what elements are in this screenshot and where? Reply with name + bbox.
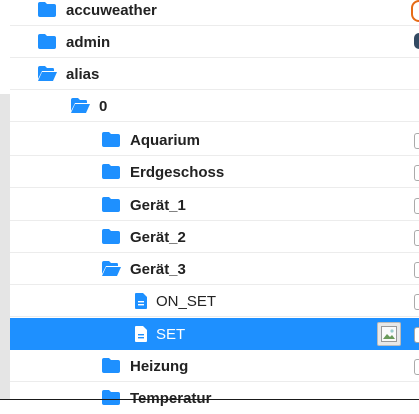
row-action-icon[interactable] (414, 327, 419, 343)
tree-item-set[interactable]: SET (135, 318, 185, 350)
tree-item-label: alias (66, 65, 100, 83)
tree-item-geraet-2[interactable]: Gerät_2 (102, 221, 186, 253)
tree-item-temperatur[interactable]: Temperatur (102, 382, 211, 414)
tree-row-geraet-2[interactable]: Gerät_2 (10, 221, 419, 253)
tree-row-geraet-1[interactable]: Gerät_1 (10, 189, 419, 221)
row-action-icon[interactable] (414, 294, 419, 310)
tree-item-label: 0 (99, 97, 108, 115)
tree-row-alias[interactable]: alias (10, 58, 419, 90)
tree-item-label: accuweather (66, 1, 157, 19)
folder-icon (102, 197, 120, 213)
tree-row-accuweather[interactable]: accuweather (10, 0, 419, 26)
tree-item-erdgeschoss[interactable]: Erdgeschoss (102, 156, 224, 188)
image-icon[interactable] (377, 322, 401, 346)
tree-item-label: Heizung (130, 357, 189, 375)
tree-item-0[interactable]: 0 (71, 90, 107, 122)
row-action-icon[interactable] (414, 165, 419, 181)
gear-icon[interactable] (414, 33, 419, 49)
tree-item-alias[interactable]: alias (38, 58, 99, 90)
tree-item-on-set[interactable]: ON_SET (135, 285, 216, 317)
tree-row-set[interactable]: SET (10, 318, 419, 350)
folder-icon (38, 2, 56, 18)
file-icon (135, 293, 147, 309)
file-icon (135, 326, 147, 342)
tree-item-admin[interactable]: admin (38, 26, 110, 58)
tree-item-label: Temperatur (130, 389, 212, 407)
tree-item-label: Erdgeschoss (130, 163, 225, 181)
tree-item-geraet-1[interactable]: Gerät_1 (102, 189, 186, 221)
tree-row-on-set[interactable]: ON_SET (10, 285, 419, 317)
folder-icon (102, 358, 120, 374)
folder-icon (102, 229, 120, 245)
tree-item-aquarium[interactable]: Aquarium (102, 124, 200, 156)
row-action-icon[interactable] (414, 262, 419, 278)
tree-row-temperatur[interactable]: Temperatur (10, 382, 419, 414)
tree-item-label: Aquarium (130, 131, 201, 149)
object-tree: accuweather admin alias 0 Aquarium Erdge… (0, 0, 419, 407)
tree-row-admin[interactable]: admin (10, 26, 419, 58)
tree-item-label: ON_SET (156, 292, 217, 310)
folder-icon (38, 34, 56, 50)
tree-row-aquarium[interactable]: Aquarium (10, 124, 419, 156)
adapter-status-icon[interactable] (411, 0, 419, 22)
folder-icon (102, 390, 120, 406)
tree-item-label: SET (156, 325, 186, 343)
row-action-icon[interactable] (414, 230, 419, 246)
tree-row-0[interactable]: 0 (10, 90, 419, 122)
tree-item-geraet-3[interactable]: Gerät_3 (102, 253, 186, 285)
tree-item-label: Gerät_3 (130, 260, 186, 278)
tree-row-heizung[interactable]: Heizung (10, 350, 419, 382)
tree-item-accuweather[interactable]: accuweather (38, 0, 157, 26)
tree-item-label: Gerät_2 (130, 228, 186, 246)
row-action-icon[interactable] (414, 198, 419, 214)
tree-item-heizung[interactable]: Heizung (102, 350, 188, 382)
folder-icon (102, 132, 120, 148)
tree-row-erdgeschoss[interactable]: Erdgeschoss (10, 156, 419, 188)
folder-icon (102, 164, 120, 180)
tree-row-geraet-3[interactable]: Gerät_3 (10, 253, 419, 285)
folder-open-icon (71, 98, 90, 114)
row-action-icon[interactable] (414, 359, 419, 375)
tree-item-label: admin (66, 33, 111, 51)
tree-item-label: Gerät_1 (130, 196, 186, 214)
folder-open-icon (102, 261, 121, 277)
folder-open-icon (38, 66, 57, 82)
row-action-icon[interactable] (414, 133, 419, 149)
